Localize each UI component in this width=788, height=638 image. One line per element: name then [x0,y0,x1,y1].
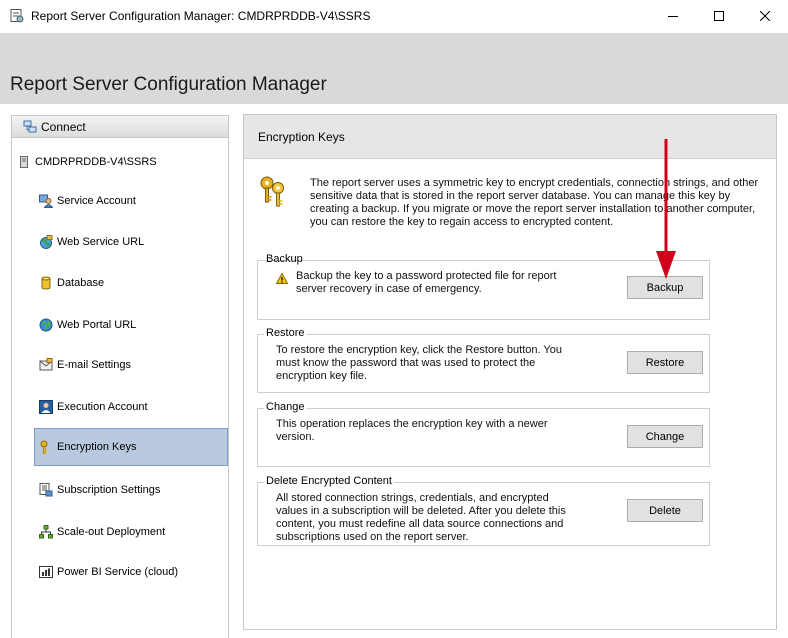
restore-description: To restore the encryption key, click the… [276,344,562,382]
sidebar-item-label: Power BI Service (cloud) [57,566,179,578]
delete-group-title: Delete Encrypted Content [264,475,394,487]
sidebar-item-label: Database [57,277,105,289]
backup-description: Backup the key to a password protected f… [296,270,557,295]
minimize-icon [668,16,678,17]
sidebar-item-web-service-url[interactable]: Web Service URL [34,223,228,261]
sidebar-item-label: Encryption Keys [57,441,137,453]
delete-description: All stored connection strings, credentia… [276,492,566,543]
service-account-icon [39,194,53,208]
sidebar-item-label: Scale-out Deployment [57,526,166,538]
server-label: CMDRPRDDB-V4\SSRS [35,156,157,168]
title-bar: Report Server Configuration Manager: CMD… [0,0,788,33]
page-title: Encryption Keys [258,130,345,144]
keys-icon [260,176,284,207]
server-icon [20,156,28,168]
app-title: Report Server Configuration Manager [10,74,327,95]
globe-icon [39,318,53,332]
app-header: Report Server Configuration Manager [0,33,788,104]
maximize-button[interactable] [696,0,742,32]
restore-group-title: Restore [264,327,307,339]
backup-button[interactable]: Backup [627,276,703,299]
change-group-title: Change [264,401,307,413]
web-service-icon [40,235,53,249]
scaleout-icon [39,525,53,539]
change-description: This operation replaces the encryption k… [276,418,548,443]
sidebar: Connect CMDRPRDDB-V4\SSRS Service Accoun… [11,115,229,638]
backup-group: Backup Backup the key to a password prot… [257,253,710,320]
window-title: Report Server Configuration Manager: CMD… [31,9,371,23]
restore-button[interactable]: Restore [627,351,703,374]
restore-group: Restore To restore the encryption key, c… [257,327,710,393]
sidebar-item-label: Web Portal URL [57,319,137,331]
sidebar-item-service-account[interactable]: Service Account [34,182,228,220]
sidebar-item-execution-account[interactable]: Execution Account [34,388,228,426]
sidebar-item-scale-out-deployment[interactable]: Scale-out Deployment [34,513,228,551]
content-panel: Encryption Keys The report server uses a… [243,114,777,630]
change-group: Change This operation replaces the encry… [257,401,710,467]
sidebar-item-label: E-mail Settings [57,359,131,371]
key-icon [40,440,48,454]
close-button[interactable] [742,0,788,32]
connect-label: Connect [41,120,86,134]
delete-group: Delete Encrypted Content All stored conn… [257,475,710,546]
warning-icon [276,273,288,284]
sidebar-item-power-bi-service[interactable]: Power BI Service (cloud) [34,553,228,591]
sidebar-item-label: Subscription Settings [57,484,161,496]
content-header: Encryption Keys [244,115,776,159]
sidebar-item-label: Web Service URL [57,236,145,248]
email-icon [39,358,53,371]
sidebar-item-subscription-settings[interactable]: Subscription Settings [34,471,228,509]
sidebar-item-database[interactable]: Database [34,264,228,302]
backup-group-title: Backup [266,253,303,265]
sidebar-item-web-portal-url[interactable]: Web Portal URL [34,306,228,344]
connect-button[interactable]: Connect [12,116,228,138]
annotation-arrow [656,139,676,279]
delete-button[interactable]: Delete [627,499,703,522]
power-bi-icon [39,566,53,578]
sidebar-item-label: Execution Account [57,401,148,413]
intro-text: The report server uses a symmetric key t… [310,177,759,228]
connect-icon [23,120,37,133]
sidebar-item-encryption-keys[interactable]: Encryption Keys [34,428,228,466]
sidebar-item-label: Service Account [57,195,136,207]
execution-account-icon [39,400,53,414]
change-button[interactable]: Change [627,425,703,448]
minimize-button[interactable] [650,0,696,32]
maximize-icon [714,11,724,21]
app-icon [10,9,24,23]
database-icon [41,276,51,290]
sidebar-item-email-settings[interactable]: E-mail Settings [34,346,228,384]
subscription-icon [39,483,53,497]
close-icon [760,11,770,21]
